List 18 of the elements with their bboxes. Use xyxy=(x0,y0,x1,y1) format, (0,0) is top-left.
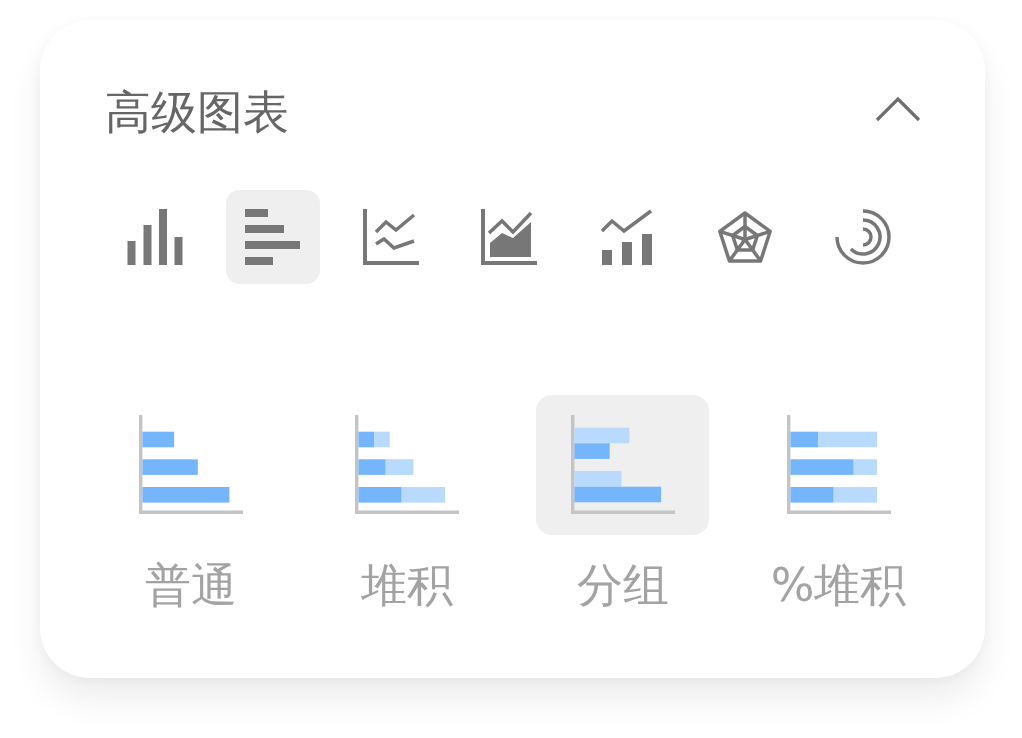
grouped-bar-chart-icon xyxy=(570,415,675,515)
chart-style-label: 分组 xyxy=(576,557,669,614)
panel-title: 高级图表 xyxy=(105,84,289,141)
chevron-up-icon[interactable] xyxy=(875,96,921,122)
bar-line-chart-icon xyxy=(599,209,655,265)
line-chart-icon xyxy=(363,209,419,265)
column-chart-icon xyxy=(127,209,183,265)
horizontal-bar-chart-icon xyxy=(138,415,243,515)
bar-chart-icon xyxy=(245,209,301,265)
stacked-bar-chart-icon xyxy=(354,415,459,515)
percent-stacked-bar-chart-icon xyxy=(786,415,891,515)
chart-style-label: 堆积 xyxy=(360,557,453,614)
area-chart-icon xyxy=(481,209,537,265)
radial-chart-icon xyxy=(835,209,891,265)
chart-type-button[interactable] xyxy=(226,190,320,284)
radar-chart-icon xyxy=(717,209,773,265)
chart-style-label: %堆积 xyxy=(770,557,907,614)
chart-style-label: 普通 xyxy=(144,557,237,614)
